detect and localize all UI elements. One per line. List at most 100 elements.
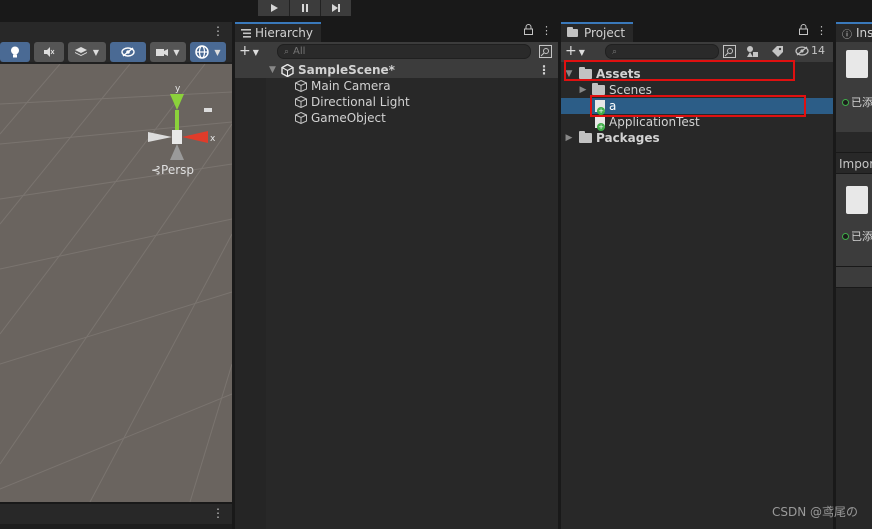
tab-project[interactable]: Project [561,22,634,42]
pause-button[interactable] [289,0,320,16]
lightbulb-icon [11,46,19,58]
bottom-panel: ⋮ [0,502,232,529]
play-icon [270,4,278,12]
lock-icon[interactable] [524,24,533,35]
unity-scene-icon [281,63,294,77]
status-added-1: 已添 [842,94,872,110]
lock-icon[interactable] [799,24,808,35]
scene-viewport[interactable]: y x ⊰Persp [0,64,232,502]
project-item-label: ApplicationTest [609,115,700,129]
hierarchy-item-main-camera[interactable]: Main Camera [235,78,558,94]
project-search[interactable]: ⌕ [605,44,719,59]
gizmo-globe-icon [195,45,210,59]
tab-project-label: Project [584,26,626,40]
status-added-2: 已添 [842,228,872,244]
inspector-panel: ⓘ Ins 已添 Import 已添 [836,22,872,529]
expand-arrow-icon[interactable]: ▶ [563,133,575,143]
hierarchy-item-label: GameObject [311,111,386,125]
chevron-down-icon: ▼ [252,48,259,57]
folder-icon [579,131,592,143]
audio-mute-icon [44,47,55,57]
hierarchy-item-directional-light[interactable]: Directional Light [235,94,558,110]
effects-dropdown[interactable]: ▼ [68,42,106,62]
scene-tools: ▼ ▼ ▼ [0,42,226,64]
scene-panel: ⋮ ▼ ▼ ▼ y x ⊰Persp ⋮ [0,22,232,529]
watermark: CSDN @鸢尾の [771,505,858,519]
hierarchy-tabbar: Hierarchy ⋮ [235,22,558,42]
chevron-down-icon: ▼ [214,47,221,57]
lighting-toggle-button[interactable] [0,42,30,62]
search-options-icon[interactable] [539,45,552,58]
orientation-gizmo[interactable]: y x [140,84,230,164]
layers-icon [74,47,87,56]
eye-hidden-icon [121,47,135,57]
scene-toolbar: ⋮ ▼ ▼ ▼ [0,22,232,62]
expand-arrow-icon[interactable]: ▼ [269,65,281,75]
hierarchy-gutter [235,62,266,529]
hierarchy-search[interactable]: ⌕ [277,44,531,59]
list-icon [241,28,251,38]
tab-hierarchy-label: Hierarchy [255,26,314,40]
step-icon [332,4,340,12]
gameobject-cube-icon [295,80,307,92]
scene-row[interactable]: ▼ SampleScene* ⋮ [235,62,558,78]
more-menu-icon[interactable]: ⋮ [541,24,552,37]
tab-inspector[interactable]: ⓘ Ins [836,22,872,42]
added-status-icon [842,98,849,106]
camera-dropdown[interactable]: ▼ [150,42,186,62]
scene-row-menu-icon[interactable]: ⋮ [538,63,550,77]
search-options-icon[interactable] [723,45,736,58]
search-icon: ⌕ [612,46,618,57]
scene-visibility-toggle[interactable] [110,42,146,62]
filter-by-type-icon[interactable] [746,45,759,58]
csharp-script-icon: + [595,116,605,131]
expand-arrow-icon[interactable]: ▶ [577,85,589,95]
import-settings-label: Import [839,157,872,171]
document-icon [846,186,868,214]
bottom-panel-menu[interactable]: ⋮ [212,506,224,520]
create-button[interactable]: + ▼ [239,43,259,59]
scene-panel-menu[interactable]: ⋮ [212,24,224,38]
hierarchy-tab-actions: ⋮ [524,24,552,37]
project-item-packages[interactable]: ▶ Packages [561,130,833,146]
more-menu-icon[interactable]: ⋮ [816,24,827,37]
folder-icon [592,83,605,95]
inspector-header-1: 已添 [836,42,872,132]
hidden-count: 14 [811,44,825,57]
perspective-label[interactable]: ⊰Persp [151,163,194,177]
project-panel: Project ⋮ + ▼ ⌕ 14 ▼ Assets ▶ Scenes + a… [561,22,833,529]
chevron-down-icon: ▼ [92,47,100,57]
project-search-input[interactable] [621,46,718,57]
status-added-label-1: 已添 [851,96,872,109]
audio-toggle-button[interactable] [34,42,64,62]
hierarchy-item-gameobject[interactable]: GameObject [235,110,558,126]
create-asset-button[interactable]: + ▼ [565,43,585,59]
hierarchy-panel: Hierarchy ⋮ +▼ ⌕ ▼ SampleScene* ⋮ Main C… [235,22,558,529]
step-button[interactable] [320,0,351,16]
tab-inspector-label: Ins [856,26,872,40]
gameobject-cube-icon [295,112,307,124]
gizmos-dropdown[interactable]: ▼ [190,42,226,62]
project-toolbar: + ▼ ⌕ 14 [561,42,833,62]
scene-name: SampleScene* [298,63,395,77]
project-tab-actions: ⋮ [799,24,827,37]
inspector-tabbar: ⓘ Ins [836,22,872,42]
hierarchy-tree [235,62,558,529]
camera-icon [156,48,169,56]
axis-x-label: x [210,134,216,144]
plus-icon: + [239,43,251,59]
info-icon: ⓘ [842,29,852,41]
main-toolbar [0,0,872,22]
bottom-panel-toolbar: ⋮ [0,504,232,524]
hidden-packages-toggle[interactable]: 14 [795,44,825,57]
project-item-label: Packages [596,131,660,145]
tab-hierarchy[interactable]: Hierarchy [235,22,322,42]
hierarchy-search-input[interactable] [293,46,530,57]
hierarchy-toolbar: + ▼ ⌕ [235,42,558,62]
filter-by-label-icon[interactable] [771,45,784,58]
inspector-footer [836,266,872,288]
highlight-box-assets [564,60,795,81]
folder-icon [567,27,578,37]
plus-icon: + [565,43,577,59]
play-button[interactable] [258,0,289,16]
